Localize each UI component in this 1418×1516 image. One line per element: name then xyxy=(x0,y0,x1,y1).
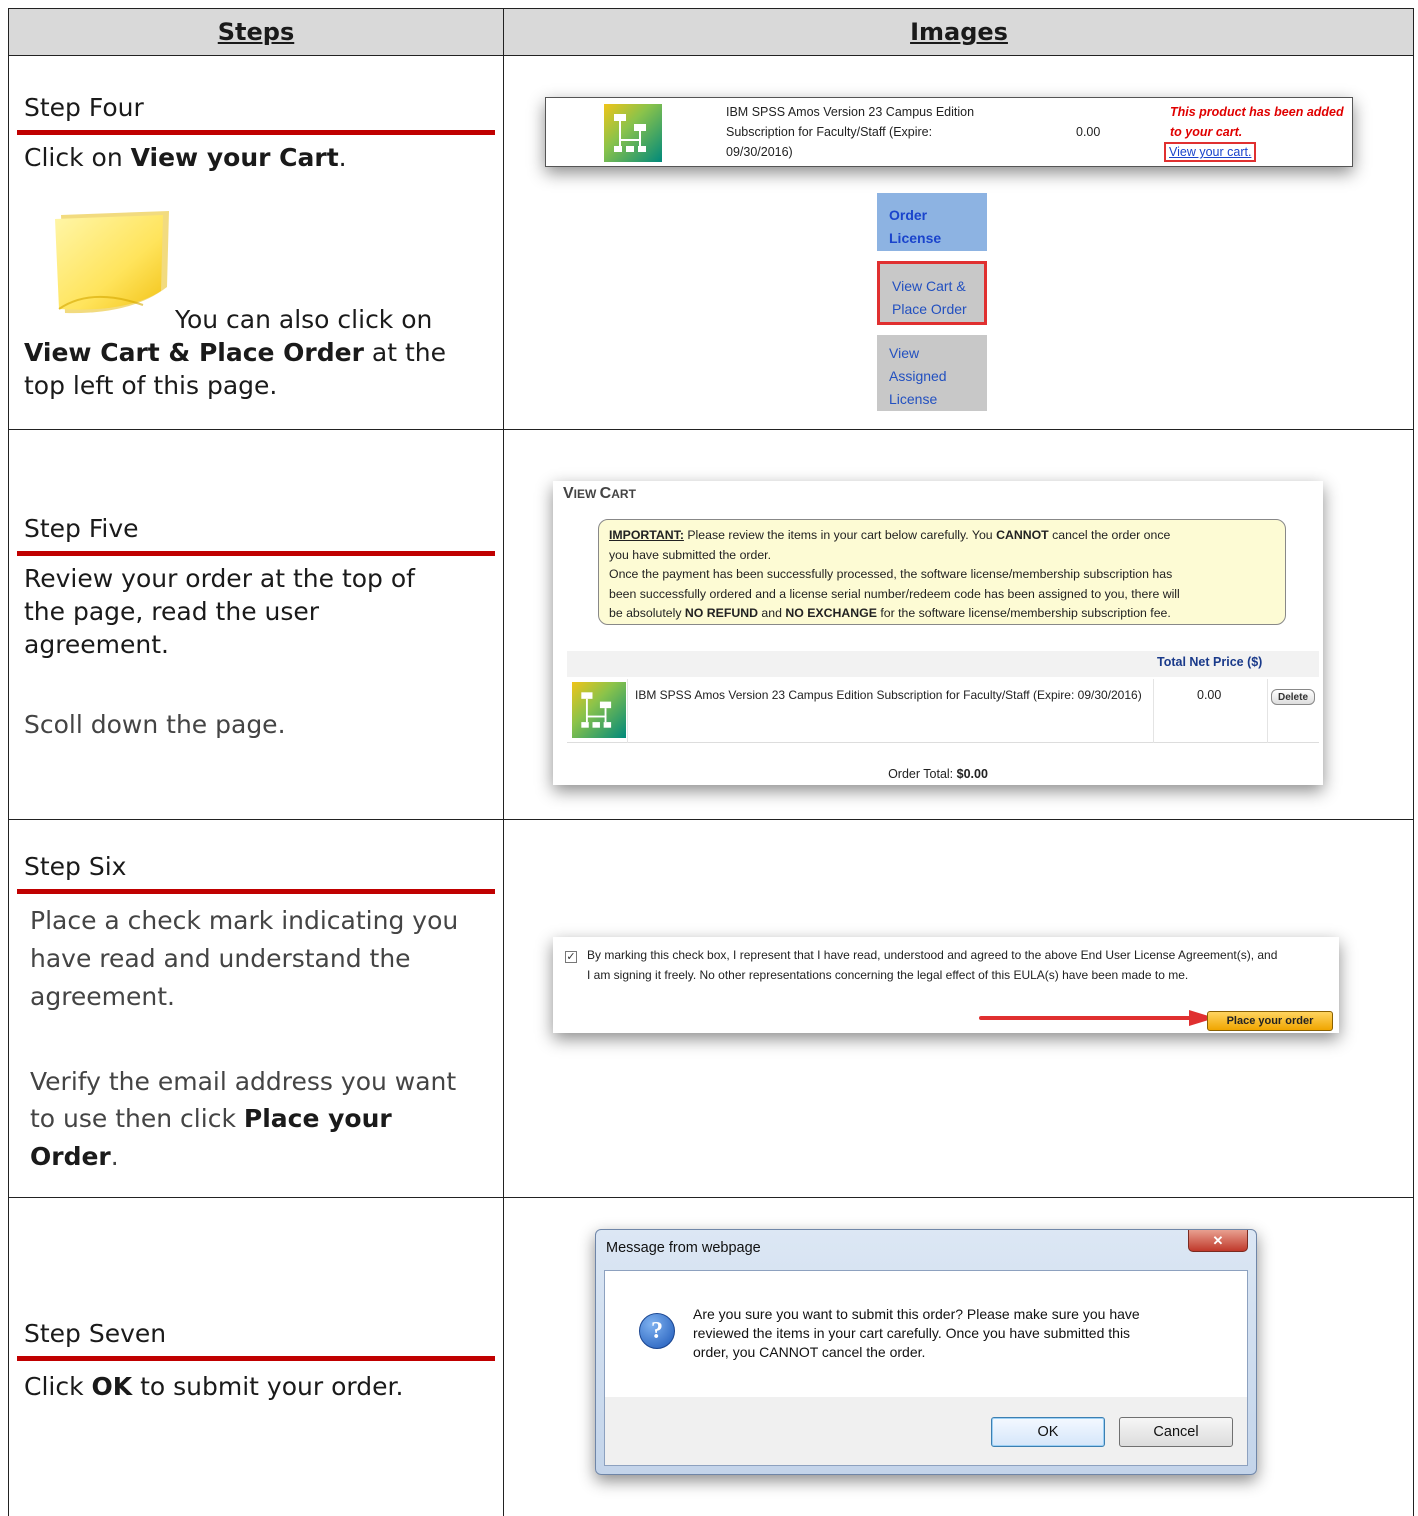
col-total-net-price: Total Net Price ($) xyxy=(1157,655,1263,669)
product-logo xyxy=(572,682,626,738)
product-line-3: 09/30/2016) xyxy=(726,145,793,159)
added-message-1: This product has been added xyxy=(1170,105,1344,119)
nav-menu-screenshot: Order License View Cart & Place Order View… xyxy=(877,189,989,413)
dialog-button-bar: OK Cancel xyxy=(605,1397,1247,1465)
eula-text-1: By marking this check box, I represent t… xyxy=(587,948,1278,962)
dialog-body: ? Are you sure you want to submit this o… xyxy=(604,1270,1248,1466)
step-seven-text: Click OK to submit your order. xyxy=(24,1372,404,1401)
step-six-verify-3: Order. xyxy=(30,1142,119,1171)
cart-table-header: Total Net Price ($) xyxy=(567,651,1319,677)
instruction-table: Steps Images Step Four Click on View you… xyxy=(8,8,1414,1516)
step-six-text-1: Place a check mark indicating you xyxy=(30,906,459,935)
dialog-title: Message from webpage xyxy=(606,1240,761,1256)
row-divider xyxy=(9,819,1413,820)
cancel-button[interactable]: Cancel xyxy=(1119,1417,1233,1447)
red-arrow-icon xyxy=(979,1010,1215,1026)
dialog-close-button[interactable]: ✕ xyxy=(1188,1230,1248,1252)
product-price: 0.00 xyxy=(1076,125,1101,139)
row-divider xyxy=(9,429,1413,430)
ok-button[interactable]: OK xyxy=(991,1417,1105,1447)
step-five-title: Step Five xyxy=(24,514,139,543)
note-text-line3: top left of this page. xyxy=(24,371,278,400)
step-seven-title: Step Seven xyxy=(24,1319,167,1348)
step-five-text-2: the page, read the user xyxy=(24,597,320,626)
confirm-dialog: Message from webpage ✕ ? Are you sure yo… xyxy=(595,1229,1257,1475)
step-six-title: Step Six xyxy=(24,852,127,881)
row-divider xyxy=(9,55,1413,56)
step-underline xyxy=(17,1356,495,1361)
row-divider xyxy=(9,1197,1413,1198)
header-images: Images xyxy=(910,18,1008,46)
product-line-2: Subscription for Faculty/Staff (Expire: xyxy=(726,125,933,139)
step-five-text-3: agreement. xyxy=(24,630,170,659)
item-description: IBM SPSS Amos Version 23 Campus Edition … xyxy=(635,688,1142,702)
product-line-1: IBM SPSS Amos Version 23 Campus Edition xyxy=(726,105,975,119)
item-price: 0.00 xyxy=(1197,688,1222,702)
dialog-message: Are you sure you want to submit this ord… xyxy=(693,1306,1140,1360)
step-underline xyxy=(17,551,495,556)
cart-added-screenshot: IBM SPSS Amos Version 23 Campus Edition … xyxy=(545,97,1353,167)
column-divider xyxy=(503,9,504,1516)
step-underline xyxy=(17,889,495,894)
view-cart-heading: VIEW CART xyxy=(563,485,636,502)
view-cart-screenshot: VIEW CART IMPORTANT: Please review the i… xyxy=(553,481,1323,785)
eula-text-2: I am signing it freely. No other represe… xyxy=(587,968,1189,982)
view-cart-link[interactable]: View your cart. xyxy=(1164,142,1257,162)
place-order-button[interactable]: Place your order xyxy=(1207,1011,1333,1031)
table-header: Steps Images xyxy=(9,9,1413,55)
sticky-note-icon xyxy=(55,211,169,314)
step-underline xyxy=(17,130,495,135)
step-four-text: Click on View your Cart. xyxy=(24,143,347,172)
step-five-scroll: Scoll down the page. xyxy=(24,710,286,739)
note-text: You can also click on xyxy=(175,305,433,334)
nav-assigned-license[interactable]: View Assigned License xyxy=(877,335,987,411)
added-message-2: to your cart. xyxy=(1170,125,1243,139)
step-four-title: Step Four xyxy=(24,93,144,122)
important-notice: IMPORTANT: Please review the items in yo… xyxy=(598,519,1286,625)
product-logo xyxy=(604,104,662,162)
eula-screenshot: ✓ By marking this check box, I represent… xyxy=(553,937,1339,1033)
delete-button[interactable]: Delete xyxy=(1271,689,1315,705)
step-six-text-2: have read and understand the xyxy=(30,944,411,973)
step-six-text-3: agreement. xyxy=(30,982,176,1011)
question-icon: ? xyxy=(639,1313,675,1349)
nav-view-cart[interactable]: View Cart & Place Order xyxy=(877,261,987,325)
eula-checkbox[interactable]: ✓ xyxy=(565,951,577,963)
step-six-verify-1: Verify the email address you want xyxy=(30,1067,457,1096)
step-six-verify-2: to use then click Place your xyxy=(30,1104,392,1133)
note-text-line2: View Cart & Place Order at the xyxy=(24,338,446,367)
nav-order-license[interactable]: Order License xyxy=(877,193,987,251)
cart-table-row: IBM SPSS Amos Version 23 Campus Edition … xyxy=(567,679,1319,743)
header-steps: Steps xyxy=(217,18,295,46)
order-total: Order Total: $0.00 xyxy=(888,767,988,781)
step-five-text-1: Review your order at the top of xyxy=(24,564,415,593)
